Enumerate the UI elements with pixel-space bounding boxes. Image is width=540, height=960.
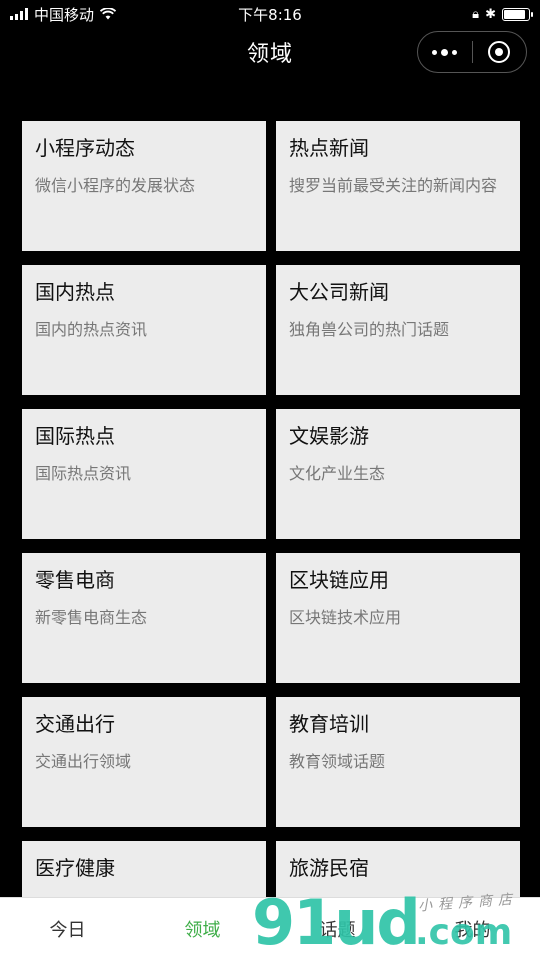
card-title: 教育培训: [289, 712, 369, 736]
tab-today[interactable]: 今日: [0, 898, 135, 960]
card-description: 交通出行领域: [35, 752, 132, 771]
card-description: 教育领域话题: [289, 752, 386, 771]
domain-card[interactable]: 国内热点国内的热点资讯: [22, 265, 266, 395]
tab-mine[interactable]: 我的: [405, 898, 540, 960]
domain-card[interactable]: 文娱影游文化产业生态: [276, 409, 520, 539]
mini-program-capsule: [417, 31, 527, 73]
close-button[interactable]: [473, 32, 527, 72]
domain-card[interactable]: 交通出行交通出行领域: [22, 697, 266, 827]
card-title: 区块链应用: [289, 568, 389, 592]
domain-card[interactable]: 国际热点国际热点资讯: [22, 409, 266, 539]
card-title: 大公司新闻: [289, 280, 389, 304]
domain-card[interactable]: 教育培训教育领域话题: [276, 697, 520, 827]
card-title: 医疗健康: [35, 856, 115, 880]
card-description: 微信小程序的发展状态: [35, 176, 196, 195]
target-circle-icon: [488, 41, 511, 63]
navigation-bar: 领域: [0, 28, 540, 78]
domain-card[interactable]: 小程序动态微信小程序的发展状态: [22, 121, 266, 251]
more-dots-icon: [432, 48, 458, 56]
tab-bar: 今日 领域 话题 我的: [0, 897, 540, 960]
card-description: 独角兽公司的热门话题: [289, 320, 450, 339]
card-description: 文化产业生态: [289, 464, 386, 483]
more-button[interactable]: [418, 32, 472, 72]
card-title: 小程序动态: [35, 136, 135, 160]
card-title: 零售电商: [35, 568, 115, 592]
domain-card[interactable]: 大公司新闻独角兽公司的热门话题: [276, 265, 520, 395]
card-description: 区块链技术应用: [289, 608, 402, 627]
card-title: 国际热点: [35, 424, 115, 448]
tab-domains[interactable]: 领域: [135, 898, 270, 960]
card-title: 热点新闻: [289, 136, 369, 160]
card-description: 搜罗当前最受关注的新闻内容: [289, 176, 498, 195]
domain-card[interactable]: 区块链应用区块链技术应用: [276, 553, 520, 683]
clock: 下午8:16: [238, 5, 302, 24]
card-description: 新零售电商生态: [35, 608, 148, 627]
tab-topics[interactable]: 话题: [270, 898, 405, 960]
card-title: 国内热点: [35, 280, 115, 304]
domain-card[interactable]: 零售电商新零售电商生态: [22, 553, 266, 683]
status-bar: 中国移动 下午8:16 🔒︎ ✱: [0, 0, 540, 28]
card-title: 文娱影游: [289, 424, 369, 448]
card-title: 旅游民宿: [289, 856, 369, 880]
battery-icon: [502, 7, 533, 21]
card-description: 国际热点资讯: [35, 464, 132, 483]
card-title: 交通出行: [35, 712, 115, 736]
domain-card[interactable]: 热点新闻搜罗当前最受关注的新闻内容: [276, 121, 520, 251]
domain-grid: 小程序动态 微信小程序的发展状态 热点新闻 搜罗当前最受关注的新闻内容 国内热点 国内…: [22, 121, 520, 960]
card-description: 国内的热点资讯: [35, 320, 148, 339]
